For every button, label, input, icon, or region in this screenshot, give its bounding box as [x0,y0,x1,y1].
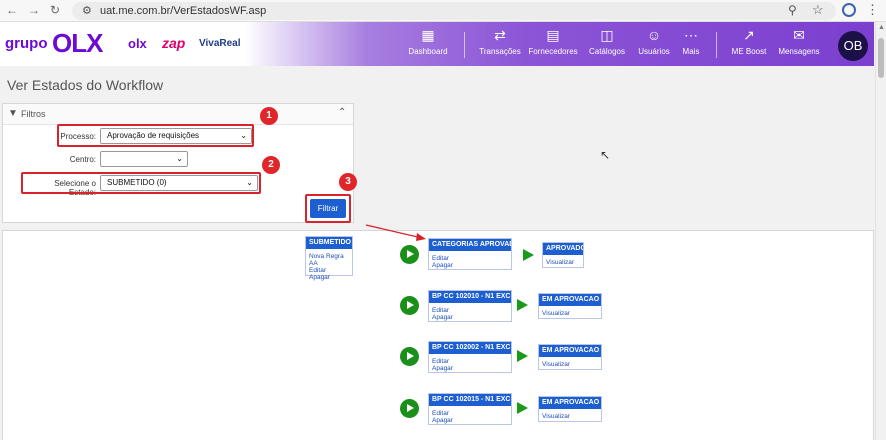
annotation-arrow-line [365,224,423,239]
annotation-arrow-head [416,233,426,241]
annotation-arrow [365,224,426,241]
